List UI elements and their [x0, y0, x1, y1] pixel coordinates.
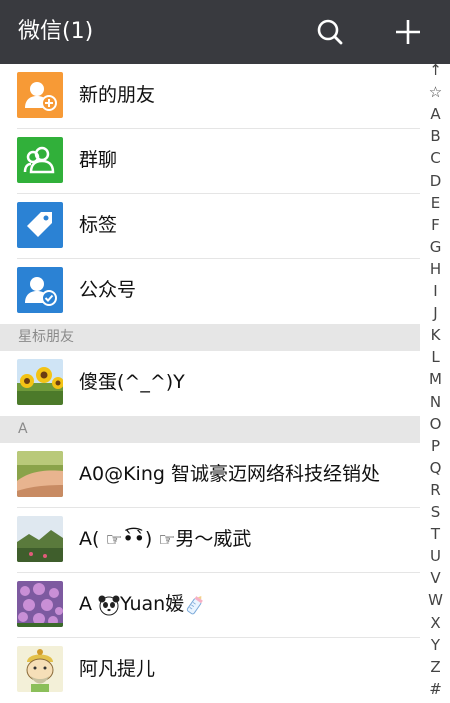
- contact-list: 新的朋友 群聊 标签 公众号 星标朋友 傻蛋(^_^)Y A A0@King 智…: [0, 64, 420, 703]
- index-letter[interactable]: B: [421, 126, 450, 146]
- function-label: 群聊: [79, 149, 118, 171]
- contact-name-middle: •̀͡•̀): [122, 528, 159, 550]
- index-letter[interactable]: U: [421, 546, 450, 566]
- new-friends-row[interactable]: 新的朋友: [0, 64, 420, 129]
- index-letter[interactable]: Q: [421, 458, 450, 478]
- contact-name: A Yuan媛: [79, 592, 206, 616]
- point-emoji-icon: ☞: [105, 528, 123, 551]
- index-letter[interactable]: P: [421, 436, 450, 456]
- point-emoji-icon: ☞: [158, 528, 176, 551]
- search-icon: [317, 19, 343, 45]
- group-chat-icon: [17, 137, 63, 183]
- index-letter[interactable]: C: [421, 148, 450, 168]
- plus-icon: [396, 20, 420, 44]
- add-button[interactable]: [390, 14, 426, 50]
- official-accounts-row[interactable]: 公众号: [0, 259, 420, 324]
- contact-row[interactable]: 阿凡提儿: [0, 638, 420, 703]
- index-letter[interactable]: D: [421, 171, 450, 191]
- baby-bottle-icon: [187, 595, 204, 614]
- index-letter[interactable]: N: [421, 392, 450, 412]
- contact-name-suffix: 男～威武: [175, 528, 252, 550]
- section-header-a: A: [0, 416, 420, 443]
- index-letter[interactable]: F: [421, 215, 450, 235]
- contact-name-prefix: A(: [79, 528, 106, 550]
- index-letter[interactable]: R: [421, 480, 450, 500]
- contact-row[interactable]: 傻蛋(^_^)Y: [0, 351, 420, 416]
- app-header: 微信(1): [0, 0, 450, 64]
- index-letter[interactable]: S: [421, 502, 450, 522]
- function-label: 公众号: [79, 279, 137, 301]
- index-letter[interactable]: I: [421, 281, 450, 301]
- contact-row[interactable]: A Yuan媛: [0, 573, 420, 638]
- index-letter[interactable]: M: [421, 369, 450, 389]
- search-button[interactable]: [312, 14, 348, 50]
- index-letter[interactable]: Y: [421, 635, 450, 655]
- index-letter[interactable]: T: [421, 524, 450, 544]
- contact-name: 傻蛋(^_^)Y: [79, 371, 185, 393]
- index-letter[interactable]: Z: [421, 657, 450, 677]
- section-header-starred: 星标朋友: [0, 324, 420, 351]
- index-letter[interactable]: G: [421, 237, 450, 257]
- function-label: 新的朋友: [79, 84, 156, 106]
- index-letter[interactable]: O: [421, 414, 450, 434]
- index-letter[interactable]: H: [421, 259, 450, 279]
- index-letter[interactable]: ☆: [421, 82, 450, 102]
- index-letter[interactable]: #: [421, 679, 450, 699]
- contact-name: 阿凡提儿: [79, 658, 156, 680]
- contact-name-middle: Yuan媛: [120, 593, 185, 615]
- group-chats-row[interactable]: 群聊: [0, 129, 420, 194]
- index-letter[interactable]: X: [421, 613, 450, 633]
- cartoon-avatar: [17, 646, 63, 692]
- flower-field-avatar: [17, 581, 63, 627]
- index-letter[interactable]: A: [421, 104, 450, 124]
- panda-icon: [98, 595, 120, 615]
- function-label: 标签: [79, 214, 118, 236]
- alphabet-index-bar[interactable]: ↑ ☆ A B C D E F G H I J K L M N O P Q R S T U V W X Y Z #: [421, 60, 450, 700]
- index-letter[interactable]: E: [421, 193, 450, 213]
- contact-name: A0@King 智诚豪迈网络科技经销处: [79, 463, 380, 485]
- contact-row[interactable]: A0@King 智诚豪迈网络科技经销处: [0, 443, 420, 508]
- contact-row[interactable]: A( ☞•̀͡•̀) ☞男～威武: [0, 508, 420, 573]
- official-account-icon: [17, 267, 63, 313]
- contact-name-prefix: A: [79, 593, 99, 615]
- index-letter[interactable]: ↑: [421, 60, 450, 80]
- index-letter[interactable]: L: [421, 347, 450, 367]
- index-letter[interactable]: J: [421, 303, 450, 323]
- index-letter[interactable]: V: [421, 568, 450, 588]
- sunflower-avatar: [17, 359, 63, 405]
- tag-icon: [17, 202, 63, 248]
- arm-photo-avatar: [17, 451, 63, 497]
- tags-row[interactable]: 标签: [0, 194, 420, 259]
- landscape-avatar: [17, 516, 63, 562]
- index-letter[interactable]: W: [421, 590, 450, 610]
- app-title: 微信(1): [18, 19, 94, 44]
- index-letter[interactable]: K: [421, 325, 450, 345]
- contact-name: A( ☞•̀͡•̀) ☞男～威武: [79, 527, 251, 552]
- add-friend-icon: [17, 72, 63, 118]
